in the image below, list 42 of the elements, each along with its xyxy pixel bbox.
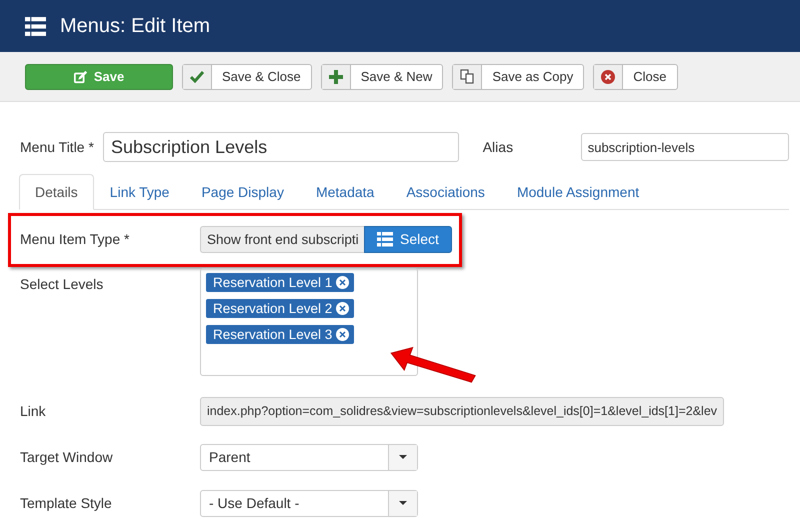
tab[interactable]: Details	[19, 174, 94, 210]
tab[interactable]: Module Assignment	[500, 174, 656, 210]
level-tag[interactable]: Reservation Level 1	[206, 273, 354, 292]
field-label: Alias	[482, 139, 514, 155]
remove-icon	[336, 276, 350, 289]
save-button[interactable]: Save	[25, 64, 173, 90]
field-label: Template Style	[20, 495, 113, 511]
toolbar-button[interactable]: Save as Copy	[452, 64, 584, 90]
edit-icon	[74, 70, 88, 84]
field-label: Link	[20, 403, 47, 419]
multi-select-field[interactable]: Reservation Level 1 Reservation Level 2 Reservation Level 3	[200, 268, 418, 376]
title-field[interactable]: Subscription Levels	[103, 132, 459, 162]
tab[interactable]: Metadata	[300, 174, 390, 210]
field-label: Target Window	[20, 449, 114, 465]
page-title: Menus: Edit Item	[60, 14, 210, 38]
alias-field[interactable]: subscription-levels	[580, 133, 789, 161]
link-field: index.php?option=com_solidres&view=subscriptionlevels&level_ids[0]=1&level_ids[1]=2&lev	[200, 396, 724, 426]
plus-icon	[328, 70, 343, 84]
field-label: Menu Title *	[20, 139, 95, 155]
dropdown[interactable]: - Use Default -	[200, 490, 418, 516]
input-field: Show front end subscripti	[200, 226, 364, 252]
caret-icon	[399, 455, 407, 459]
tab[interactable]: Associations	[390, 174, 501, 210]
tab[interactable]: Link Type	[94, 174, 186, 210]
toolbar-button[interactable]: Close	[593, 64, 678, 90]
level-tag[interactable]: Reservation Level 2	[206, 299, 354, 318]
list-icon	[377, 232, 393, 246]
list-icon	[25, 16, 46, 36]
check-icon	[190, 70, 204, 83]
copy-icon	[460, 69, 474, 84]
toolbar-button[interactable]: Save & Close	[182, 64, 312, 90]
remove-icon	[336, 302, 350, 315]
toolbar-button[interactable]: Save & New	[320, 64, 444, 90]
field-label: Select Levels	[20, 275, 104, 292]
caret-icon	[399, 501, 407, 505]
level-tag[interactable]: Reservation Level 3	[206, 325, 354, 344]
close-icon	[601, 70, 616, 84]
field-label: Menu Item Type *	[20, 231, 130, 247]
remove-icon	[336, 328, 350, 341]
select-button[interactable]: Select	[364, 226, 452, 252]
dropdown[interactable]: Parent	[200, 444, 418, 470]
tab[interactable]: Page Display	[185, 174, 300, 210]
